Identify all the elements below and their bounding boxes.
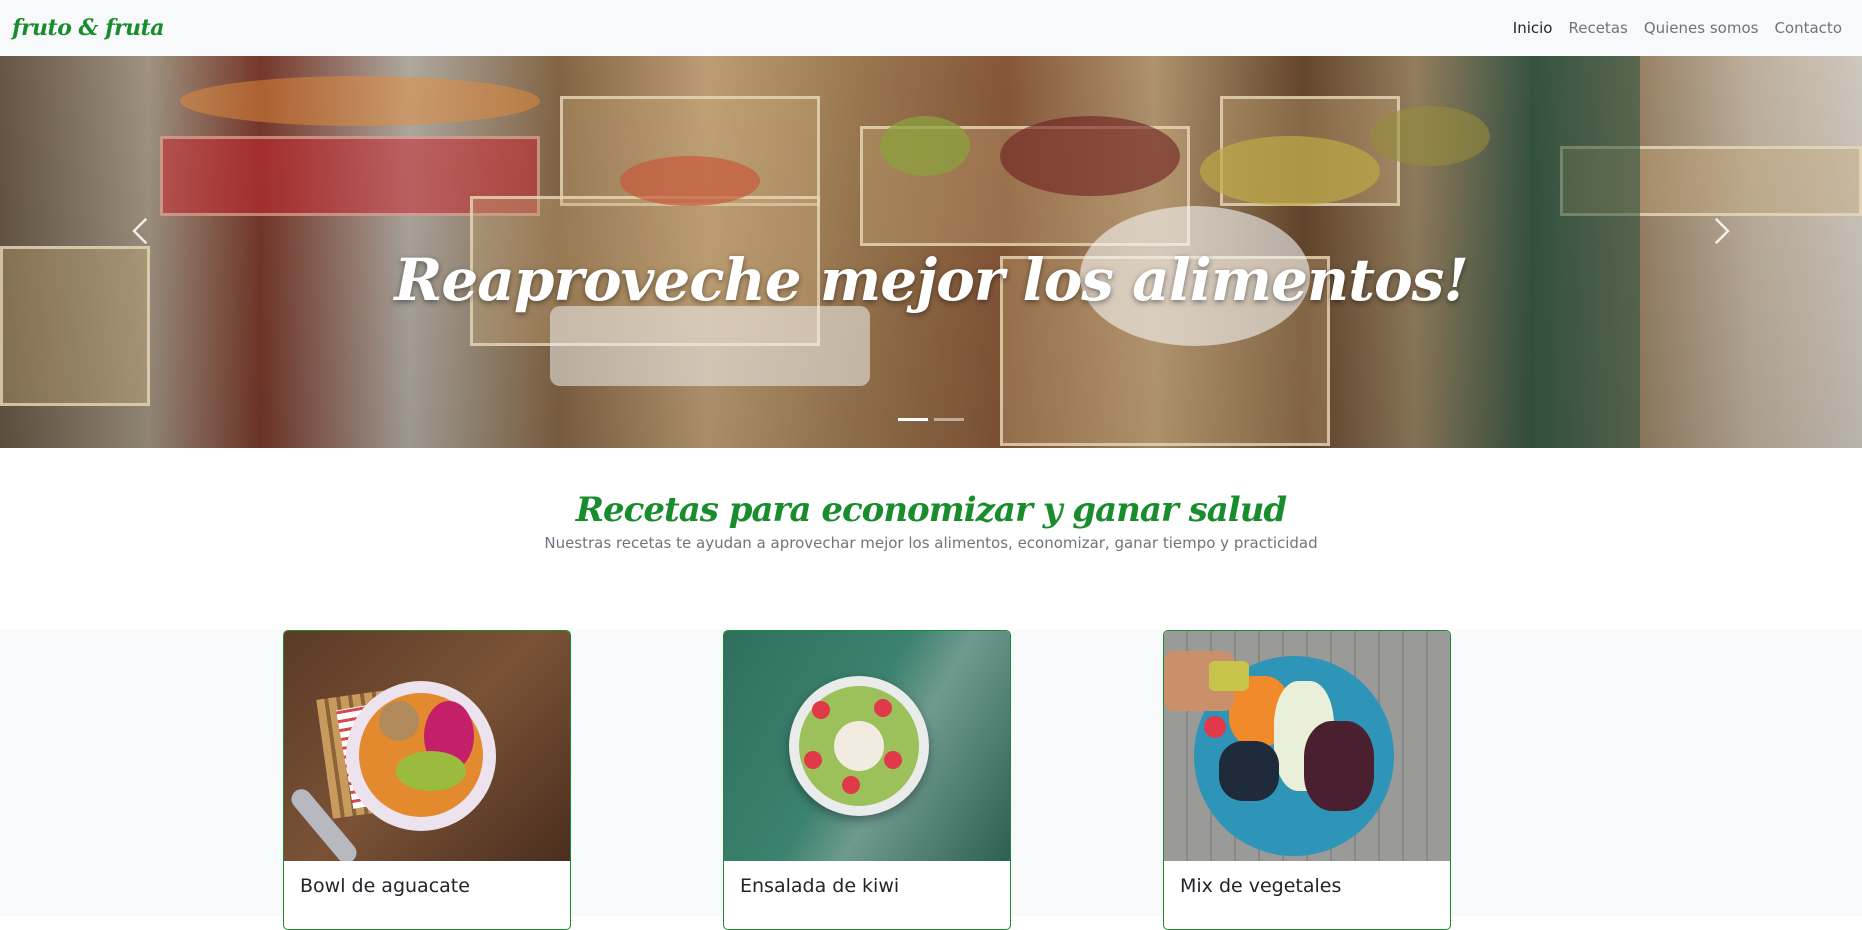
produce xyxy=(880,116,970,176)
carousel-indicators xyxy=(0,418,1862,421)
granola xyxy=(379,701,419,741)
produce xyxy=(620,156,760,206)
carousel-indicator-1[interactable] xyxy=(898,418,928,421)
brand-logo[interactable]: fruto & fruta xyxy=(12,15,165,41)
produce xyxy=(1370,106,1490,166)
recipe-card-image xyxy=(1164,631,1450,861)
recipe-card-text xyxy=(284,897,570,901)
hero-caption: Reaproveche mejor los alimentos! xyxy=(394,246,1469,314)
produce xyxy=(1200,136,1380,206)
strawberry xyxy=(812,701,830,719)
recipe-card-text xyxy=(1164,897,1450,901)
strawberry xyxy=(804,751,822,769)
nav-link-inicio[interactable]: Inicio xyxy=(1505,11,1561,45)
recipe-card-title: Bowl de aguacate xyxy=(300,875,470,897)
nav-link-recetas[interactable]: Recetas xyxy=(1560,11,1635,45)
recipe-card-bowl-aguacate[interactable]: Bowl de aguacate xyxy=(283,630,571,930)
chevron-right-icon xyxy=(1714,217,1730,245)
recipe-card-title: Ensalada de kiwi xyxy=(740,875,900,897)
nav-link-contacto[interactable]: Contacto xyxy=(1766,11,1850,45)
red-cabbage xyxy=(1304,721,1374,811)
strawberry xyxy=(1204,716,1226,738)
produce xyxy=(550,306,870,386)
recipe-card-ensalada-kiwi[interactable]: Ensalada de kiwi xyxy=(723,630,1011,930)
section-title: Recetas para economizar y ganar salud xyxy=(575,490,1287,530)
recipe-card-title: Mix de vegetales xyxy=(1180,875,1342,897)
hero-carousel: Reaproveche mejor los alimentos! xyxy=(0,56,1862,448)
produce xyxy=(180,76,540,126)
olives xyxy=(1219,741,1279,801)
recipe-card-mix-vegetales[interactable]: Mix de vegetales xyxy=(1163,630,1451,930)
recipe-card-image xyxy=(284,631,570,861)
strawberry xyxy=(842,776,860,794)
nav-links: Inicio Recetas Quienes somos Contacto xyxy=(1505,11,1850,45)
strawberry xyxy=(884,751,902,769)
recipe-card-image xyxy=(724,631,1010,861)
section-subtitle: Nuestras recetas te ayudan a aprovechar … xyxy=(544,534,1318,552)
chevron-left-icon xyxy=(132,217,148,245)
produce xyxy=(1000,116,1180,196)
recipes-cards: Bowl de aguacate Ensalada de kiwi Mix de… xyxy=(0,630,1862,930)
oil-bottle xyxy=(1209,661,1249,691)
coconut xyxy=(834,721,884,771)
recipes-header: Recetas para economizar y ganar salud Nu… xyxy=(0,490,1862,552)
nav-link-quienes-somos[interactable]: Quienes somos xyxy=(1636,11,1767,45)
avocado xyxy=(396,751,466,791)
navbar: fruto & fruta Inicio Recetas Quienes som… xyxy=(0,0,1862,56)
recipe-card-text xyxy=(724,897,1010,901)
carousel-indicator-2[interactable] xyxy=(934,418,964,421)
strawberry xyxy=(874,699,892,717)
